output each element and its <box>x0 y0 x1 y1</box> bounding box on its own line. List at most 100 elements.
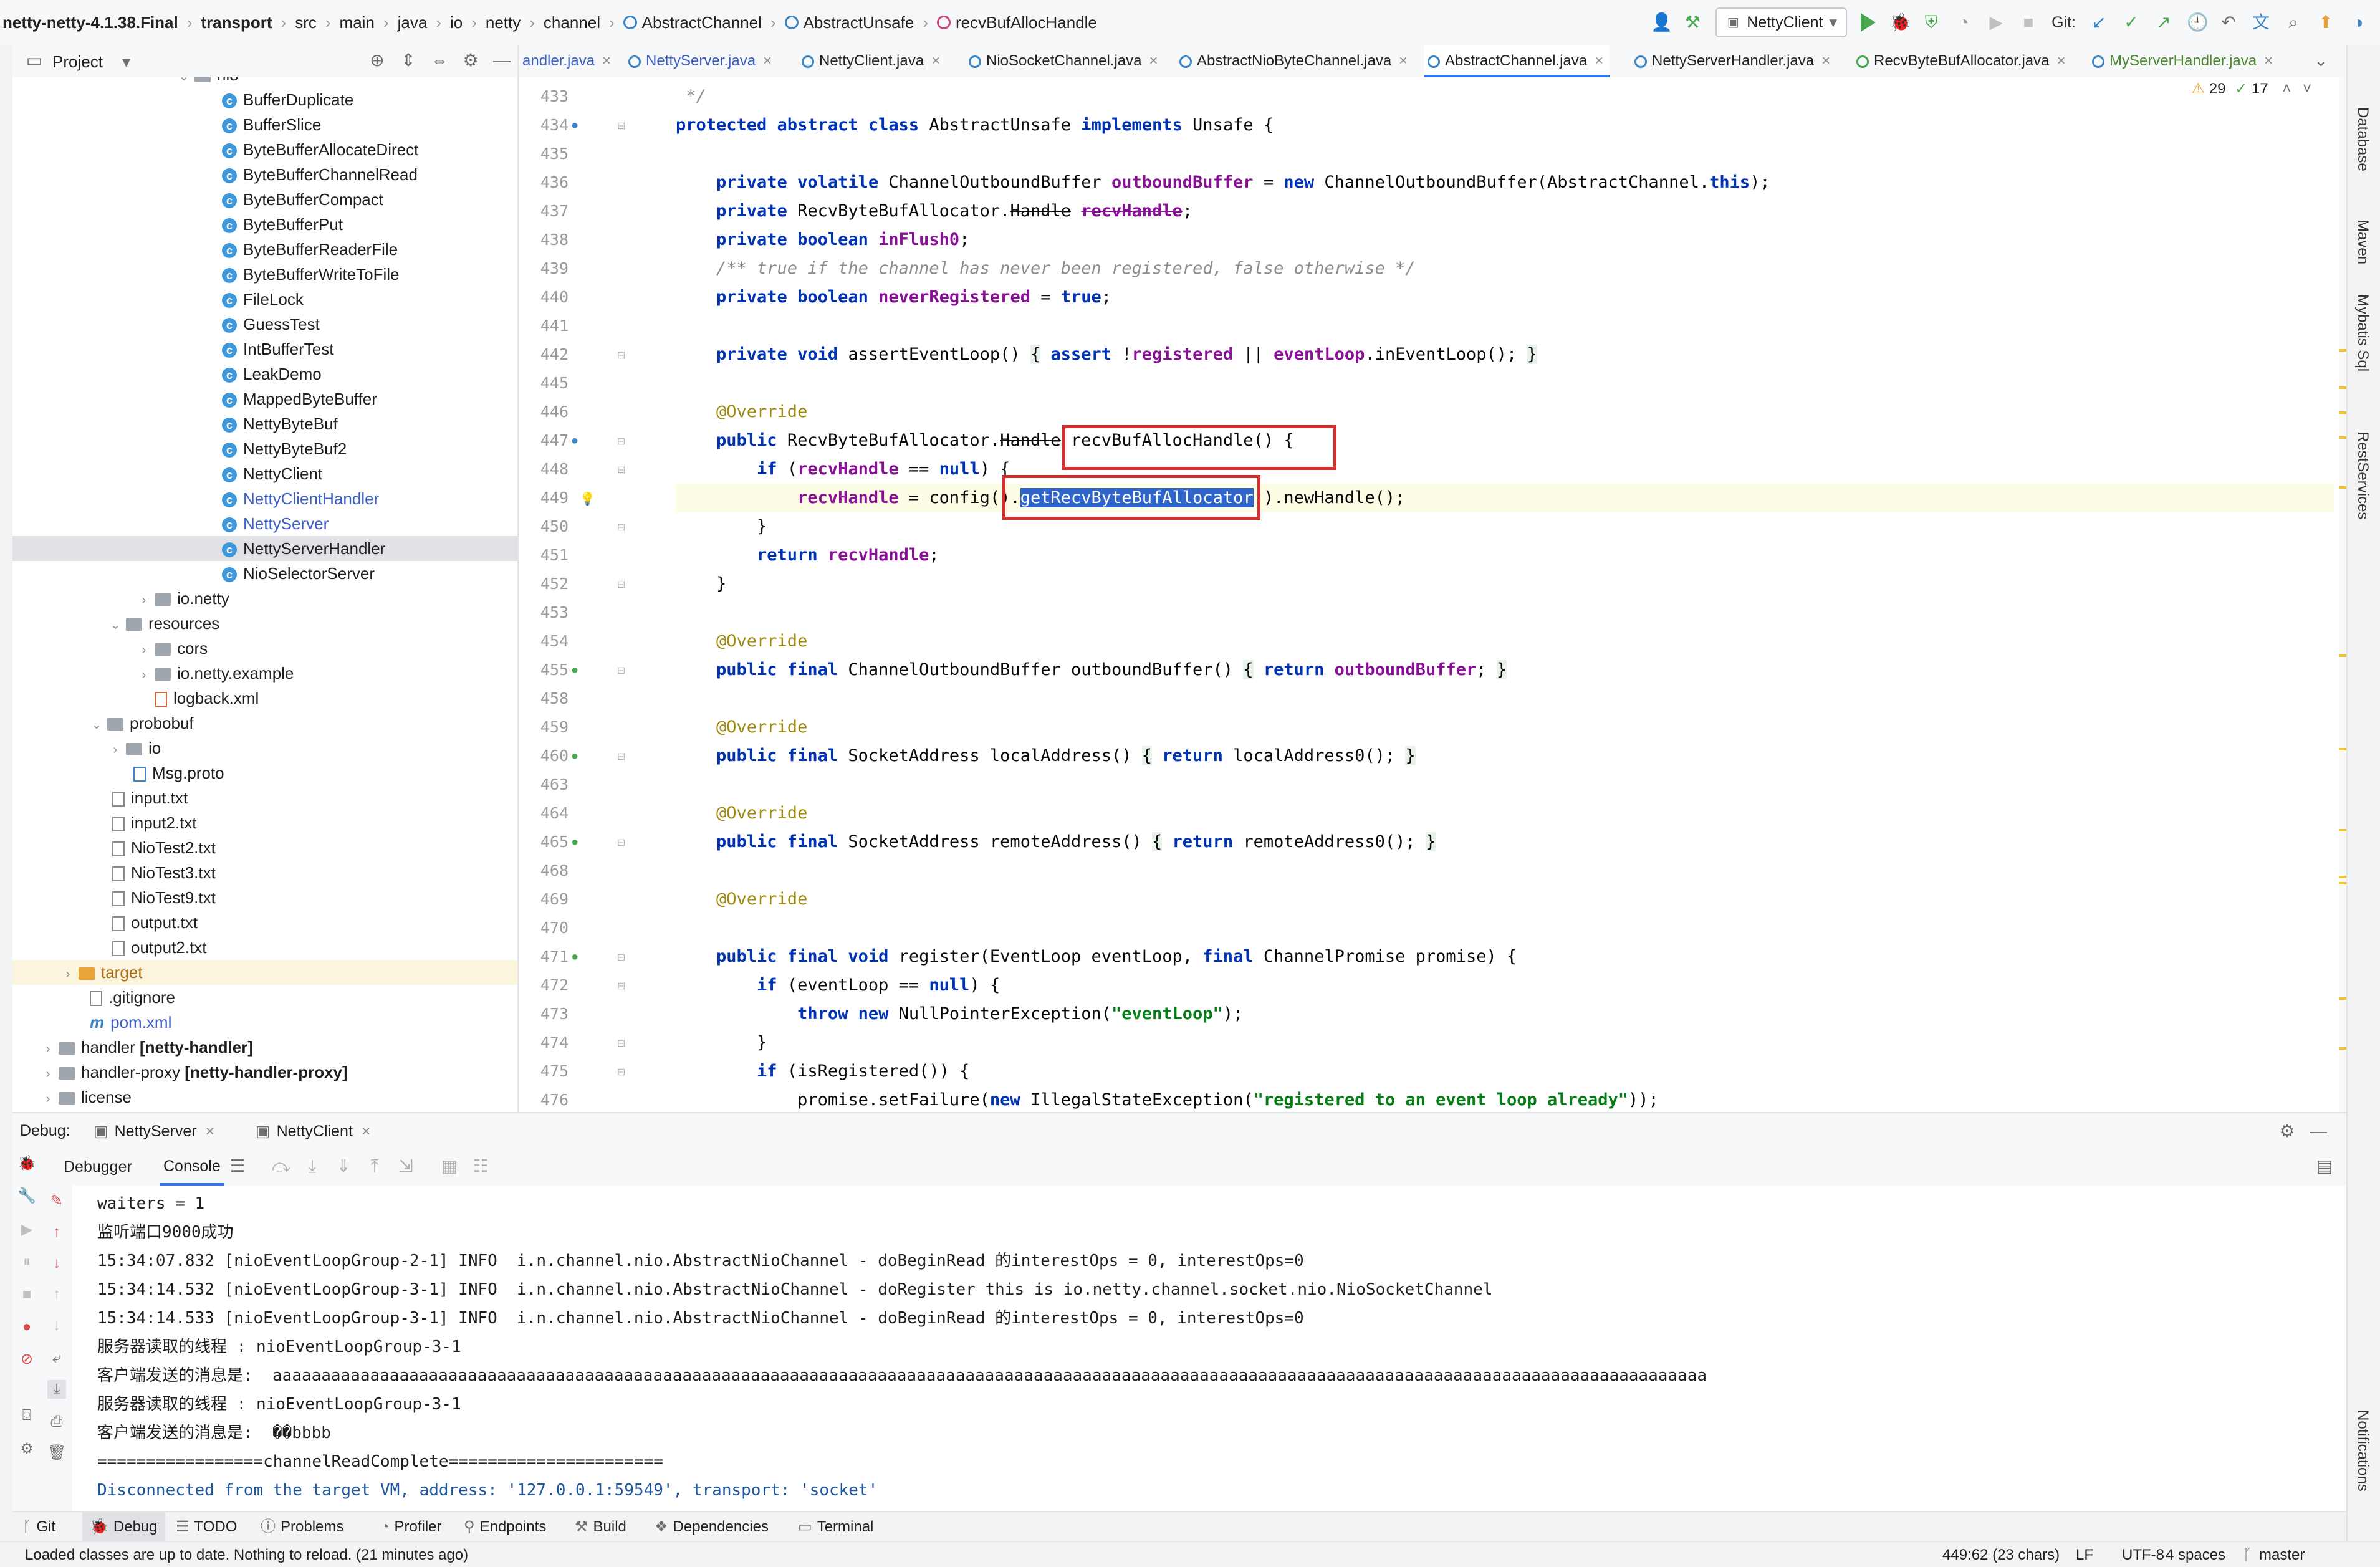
code-line[interactable]: promise.setFailure(new IllegalStateExcep… <box>676 1086 2334 1112</box>
fold-icon[interactable]: ⊟ <box>617 435 625 448</box>
code-line[interactable]: private boolean neverRegistered = true; <box>676 283 2334 312</box>
fold-icon[interactable]: ⊟ <box>617 349 625 362</box>
tree-class-item[interactable]: c IntBufferTest <box>222 337 334 362</box>
run-to-cursor-icon[interactable]: ⇲ <box>396 1157 415 1176</box>
view-breakpoints-icon[interactable]: ● <box>17 1318 36 1336</box>
console-output[interactable]: waiters = 1 监听端口9000成功 15:34:07.832 [nio… <box>72 1186 2346 1511</box>
print-icon[interactable]: ⎙ <box>47 1412 66 1431</box>
git-rollback-icon[interactable]: ↶ <box>2219 13 2238 32</box>
stop-icon[interactable]: ■ <box>2019 13 2038 32</box>
code-line[interactable]: if (recvHandle == null) { <box>676 455 2334 484</box>
collapse-all-icon[interactable]: ⇔ <box>430 51 449 70</box>
fold-icon[interactable]: ⊟ <box>617 951 625 964</box>
code-line[interactable] <box>676 312 2334 340</box>
breadcrumb-class[interactable]: AbstractChannel <box>642 13 762 32</box>
git-history-icon[interactable]: 🕘 <box>2187 13 2209 32</box>
fold-icon[interactable]: ⊟ <box>617 750 625 763</box>
debug-session-tab-nettyserver[interactable]: ▣ NettyServer × <box>94 1122 214 1141</box>
tree-class-item[interactable]: c NettyByteBuf <box>222 411 338 436</box>
tree-folder-item[interactable]: › io.netty.example <box>136 661 294 686</box>
status-encoding[interactable]: UTF-8 <box>2122 1546 2164 1564</box>
code-line[interactable]: /** true if the channel has never been r… <box>676 254 2334 283</box>
run-configuration-select[interactable]: ▣ NettyClient ▾ <box>1715 7 1848 37</box>
scroll-to-end-icon[interactable]: ⤓ <box>47 1380 66 1399</box>
tree-file-item[interactable]: output2.txt <box>112 935 206 960</box>
override-marker-icon[interactable]: ● <box>571 835 578 850</box>
soft-wrap-icon[interactable]: ⤶ <box>47 1349 66 1368</box>
tree-class-item[interactable]: c GuessTest <box>222 312 320 337</box>
tree-class-item[interactable]: c BufferDuplicate <box>222 87 353 112</box>
force-step-into-icon[interactable]: ⇓ <box>334 1157 353 1176</box>
status-indent[interactable]: 4 spaces <box>2166 1546 2225 1564</box>
breadcrumb-module[interactable]: transport <box>201 13 272 32</box>
code-line[interactable]: private boolean inFlush0; <box>676 226 2334 254</box>
trash-icon[interactable]: 🗑 <box>47 1444 66 1462</box>
tool-dependencies[interactable]: ❖ Dependencies <box>655 1512 769 1542</box>
tool-endpoints[interactable]: ⚲ Endpoints <box>464 1512 546 1542</box>
implementation-marker-icon[interactable]: ● <box>571 434 578 448</box>
code-line[interactable]: private void assertEventLoop() { assert … <box>676 340 2334 369</box>
tree-file-item[interactable]: .gitignore <box>90 985 175 1010</box>
locate-icon[interactable]: ⊕ <box>368 51 386 70</box>
trace-icon[interactable]: ☷ <box>471 1157 490 1176</box>
tree-folder-item[interactable]: ⌄ resources <box>107 611 220 636</box>
tab-abstractchannel[interactable]: AbstractChannel.java × <box>1424 45 1610 77</box>
tree-module-item[interactable]: › handler-proxy [netty-handler-proxy] <box>40 1060 348 1085</box>
breadcrumb-main[interactable]: main <box>340 13 375 32</box>
tree-class-item[interactable]: c LeakDemo <box>222 362 322 386</box>
tree-class-item[interactable]: c NettyServer <box>222 511 329 536</box>
tool-git[interactable]: ᚴ Git <box>22 1512 55 1542</box>
tree-class-item[interactable]: c NettyByteBuf2 <box>222 436 347 461</box>
code-line[interactable]: throw new NullPointerException("eventLoo… <box>676 1000 2334 1028</box>
breadcrumb-src[interactable]: src <box>295 13 317 32</box>
close-icon[interactable]: × <box>1399 52 1408 69</box>
tool-debug[interactable]: 🐞 Debug <box>82 1512 165 1542</box>
code-line[interactable] <box>676 770 2334 799</box>
code-line[interactable]: */ <box>676 82 2334 111</box>
code-line[interactable]: public RecvByteBufAllocator.Handle recvB… <box>676 426 2334 455</box>
user-icon[interactable]: 👤 <box>1651 13 1672 32</box>
mybatis-sql-tool-button[interactable]: Mybatis Sql <box>2354 294 2371 371</box>
fold-icon[interactable]: ⊟ <box>617 120 625 132</box>
status-caret-position[interactable]: 449:62 (23 chars) <box>1942 1546 2060 1564</box>
gear-icon[interactable]: ⚙ <box>2278 1122 2296 1141</box>
tab-recvbytebufallocator[interactable]: RecvByteBufAllocator.java × <box>1853 45 2066 77</box>
scroll-up-icon[interactable]: ↑ <box>47 1285 66 1304</box>
tab-debugger[interactable]: Debugger <box>64 1158 132 1176</box>
step-out-icon[interactable]: ⤒ <box>365 1157 384 1176</box>
code-line[interactable] <box>676 684 2334 713</box>
tree-class-item[interactable]: c NettyClientHandler <box>222 486 379 511</box>
layout-icon[interactable]: ▤ <box>2315 1157 2334 1176</box>
override-marker-icon[interactable]: ● <box>571 749 578 764</box>
tab-niosocketchannel[interactable]: NioSocketChannel.java × <box>965 45 1158 77</box>
breadcrumb-inner-class[interactable]: AbstractUnsafe <box>804 13 914 32</box>
code-line[interactable]: if (isRegistered()) { <box>676 1057 2334 1086</box>
git-update-icon[interactable]: ↙ <box>2090 13 2108 32</box>
build-hammer-icon[interactable]: ⚒ <box>1683 13 1702 32</box>
tool-profiler[interactable]: ◔ Profiler <box>380 1512 442 1542</box>
fold-icon[interactable]: ⊟ <box>617 1066 625 1078</box>
code-line[interactable]: private RecvByteBufAllocator.Handle recv… <box>676 197 2334 226</box>
camera-icon[interactable]: ⌼ <box>17 1406 36 1425</box>
code-line[interactable]: public final SocketAddress localAddress(… <box>676 742 2334 770</box>
tree-file-item[interactable]: Msg.proto <box>133 760 224 785</box>
code-line[interactable]: @Override <box>676 713 2334 742</box>
code-line[interactable]: @Override <box>676 398 2334 426</box>
arrow-down-icon[interactable]: ↓ <box>47 1254 66 1273</box>
close-icon[interactable]: × <box>931 52 940 69</box>
wrench-icon[interactable]: 🔧 <box>17 1187 36 1205</box>
editor-scrollbar[interactable] <box>2339 77 2346 1112</box>
code-line[interactable]: } <box>676 1028 2334 1057</box>
code-line[interactable]: public final ChannelOutboundBuffer outbo… <box>676 656 2334 684</box>
breadcrumb-method[interactable]: recvBufAllocHandle <box>956 13 1097 32</box>
tree-class-item[interactable]: c ByteBufferReaderFile <box>222 237 398 262</box>
close-icon[interactable]: × <box>1149 52 1158 69</box>
translate-icon[interactable]: 文 <box>2252 13 2270 32</box>
gear-icon[interactable]: ⚙ <box>17 1440 36 1459</box>
override-marker-icon[interactable]: ● <box>571 663 578 678</box>
resume-icon[interactable]: ▶ <box>1987 13 2005 32</box>
tree-file-item[interactable]: m pom.xml <box>90 1010 171 1035</box>
close-icon[interactable]: × <box>2264 52 2273 69</box>
code-line[interactable] <box>676 856 2334 885</box>
close-icon[interactable]: × <box>1595 52 1603 69</box>
